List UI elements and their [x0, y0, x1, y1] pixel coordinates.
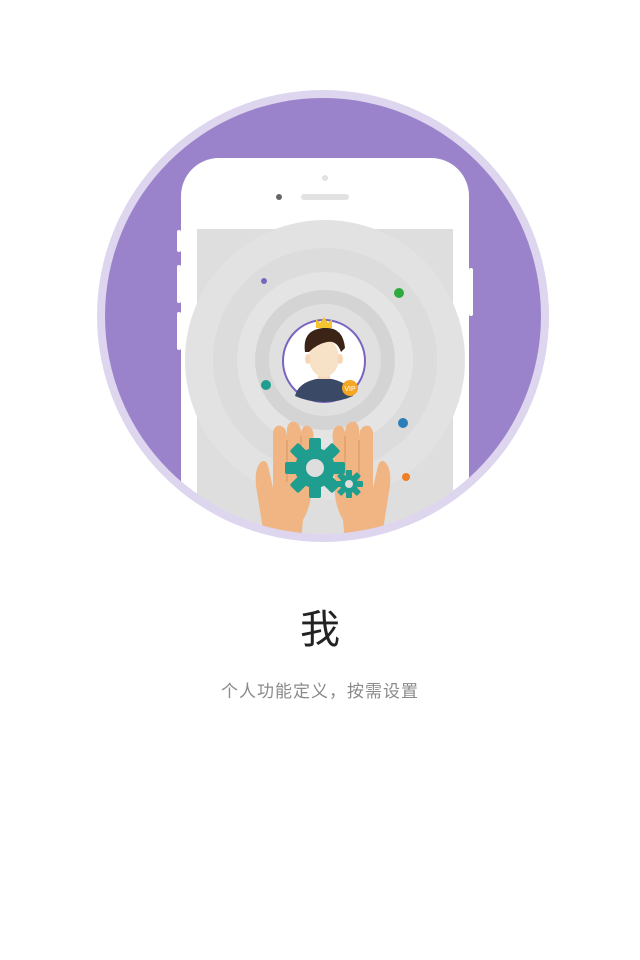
- decor-dot: [398, 418, 408, 428]
- svg-text:VIP: VIP: [344, 386, 356, 393]
- decor-dot: [261, 278, 267, 284]
- page-subtitle: 个人功能定义，按需设置: [221, 682, 419, 702]
- decor-dot: [394, 288, 404, 298]
- decor-dot: [402, 473, 410, 481]
- feature-illustration: VIP: [97, 90, 549, 542]
- decor-dot: [261, 380, 271, 390]
- page-title: 我: [300, 607, 340, 653]
- vip-badge-icon: VIP: [342, 380, 358, 396]
